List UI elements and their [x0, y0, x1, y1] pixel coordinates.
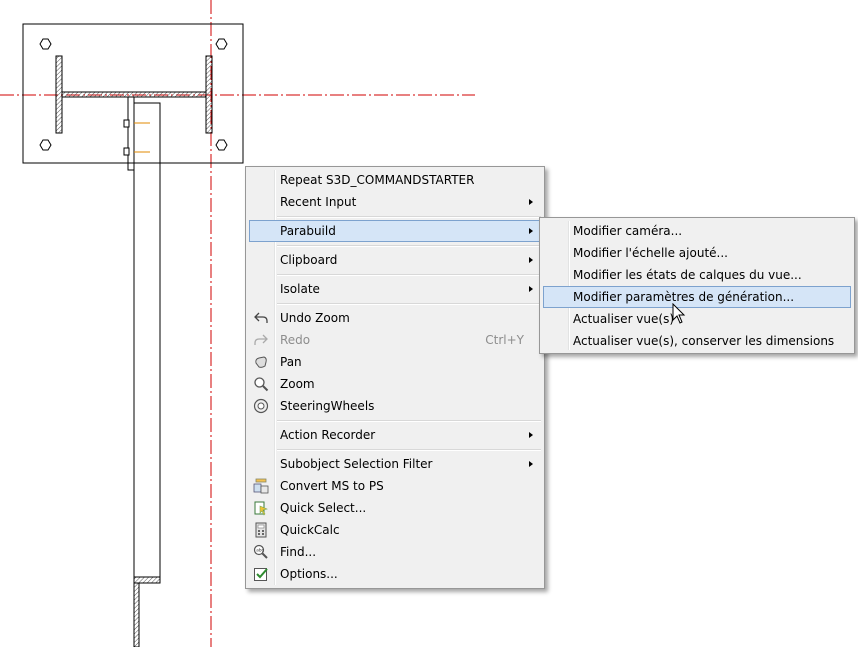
- menu-item-steeringwheels[interactable]: SteeringWheels: [249, 395, 541, 417]
- menu-item-label: Parabuild: [280, 224, 336, 238]
- parabuild-submenu: Modifier caméra... Modifier l'échelle aj…: [539, 217, 855, 354]
- menu-separator: [277, 245, 541, 247]
- menu-separator: [277, 449, 541, 451]
- submenu-arrow-icon: [529, 461, 533, 467]
- zoom-magnifier-icon: [254, 377, 269, 392]
- menu-item-recent-input[interactable]: Recent Input: [249, 191, 541, 213]
- menu-item-label: Find...: [280, 545, 317, 559]
- menu-item-label: QuickCalc: [280, 523, 340, 537]
- menu-item-label: Actualiser vue(s): [573, 312, 675, 326]
- menu-item-undo-zoom[interactable]: Undo Zoom: [249, 307, 541, 329]
- menu-item-label: Subobject Selection Filter: [280, 457, 433, 471]
- submenu-arrow-icon: [529, 228, 533, 234]
- menu-item-subobject-selection-filter[interactable]: Subobject Selection Filter: [249, 453, 541, 475]
- submenu-item-actualiser-conserver-dimensions[interactable]: Actualiser vue(s), conserver les dimensi…: [543, 330, 851, 352]
- menu-item-label: Recent Input: [280, 195, 357, 209]
- menu-item-zoom[interactable]: Zoom: [249, 373, 541, 395]
- undo-icon: [254, 312, 268, 323]
- menu-item-label: Modifier paramètres de génération...: [573, 290, 795, 304]
- calculator-icon: [255, 522, 267, 538]
- find-text-icon: abc: [253, 544, 268, 559]
- pan-hand-icon: [255, 356, 267, 368]
- svg-text:abc: abc: [256, 548, 264, 553]
- redo-icon: [254, 334, 268, 345]
- menu-item-convert-ms-to-ps[interactable]: Convert MS to PS: [249, 475, 541, 497]
- menu-item-quickcalc[interactable]: QuickCalc: [249, 519, 541, 541]
- mouse-cursor-icon: [672, 303, 686, 324]
- menu-separator: [277, 420, 541, 422]
- menu-item-label: Actualiser vue(s), conserver les dimensi…: [573, 334, 835, 348]
- context-menu: Repeat S3D_COMMANDSTARTER Recent Input P…: [245, 166, 545, 589]
- menu-item-pan[interactable]: Pan: [249, 351, 541, 373]
- steering-wheel-icon: [253, 398, 269, 414]
- menu-separator: [277, 303, 541, 305]
- menu-item-clipboard[interactable]: Clipboard: [249, 249, 541, 271]
- menu-separator: [277, 216, 541, 218]
- quick-select-icon: [254, 501, 268, 516]
- menu-item-quick-select[interactable]: Quick Select...: [249, 497, 541, 519]
- submenu-arrow-icon: [529, 286, 533, 292]
- submenu-item-modifier-parametres-generation[interactable]: Modifier paramètres de génération...: [543, 286, 851, 308]
- menu-item-label: Quick Select...: [280, 501, 367, 515]
- menu-item-action-recorder[interactable]: Action Recorder: [249, 424, 541, 446]
- menu-item-label: Action Recorder: [280, 428, 376, 442]
- menu-item-label: Options...: [280, 567, 338, 581]
- menu-item-label: SteeringWheels: [280, 399, 375, 413]
- menu-item-label: Redo: [280, 333, 311, 347]
- submenu-item-actualiser-vues[interactable]: Actualiser vue(s): [543, 308, 851, 330]
- menu-item-label: Modifier l'échelle ajouté...: [573, 246, 728, 260]
- submenu-item-modifier-etats-calques[interactable]: Modifier les états de calques du vue...: [543, 264, 851, 286]
- convert-space-icon: [253, 478, 269, 494]
- menu-item-label: Modifier les états de calques du vue...: [573, 268, 802, 282]
- submenu-item-modifier-camera[interactable]: Modifier caméra...: [543, 220, 851, 242]
- menu-item-label: Clipboard: [280, 253, 338, 267]
- submenu-arrow-icon: [529, 257, 533, 263]
- submenu-arrow-icon: [529, 199, 533, 205]
- menu-item-isolate[interactable]: Isolate: [249, 278, 541, 300]
- menu-item-redo[interactable]: Redo Ctrl+Y: [249, 329, 541, 351]
- options-checkbox-icon: [254, 568, 268, 581]
- submenu-arrow-icon: [529, 432, 533, 438]
- menu-item-label: Convert MS to PS: [280, 479, 384, 493]
- menu-item-label: Repeat S3D_COMMANDSTARTER: [280, 173, 475, 187]
- menu-item-label: Undo Zoom: [280, 311, 350, 325]
- menu-item-shortcut: Ctrl+Y: [485, 333, 524, 347]
- post: [127, 96, 161, 647]
- menu-separator: [277, 274, 541, 276]
- menu-item-find[interactable]: abc Find...: [249, 541, 541, 563]
- submenu-item-modifier-echelle[interactable]: Modifier l'échelle ajouté...: [543, 242, 851, 264]
- menu-item-label: Modifier caméra...: [573, 224, 683, 238]
- menu-item-repeat-command[interactable]: Repeat S3D_COMMANDSTARTER: [249, 169, 541, 191]
- menu-item-label: Isolate: [280, 282, 320, 296]
- menu-item-label: Pan: [280, 355, 302, 369]
- menu-item-parabuild[interactable]: Parabuild: [249, 220, 541, 242]
- menu-item-options[interactable]: Options...: [249, 563, 541, 585]
- menu-item-label: Zoom: [280, 377, 315, 391]
